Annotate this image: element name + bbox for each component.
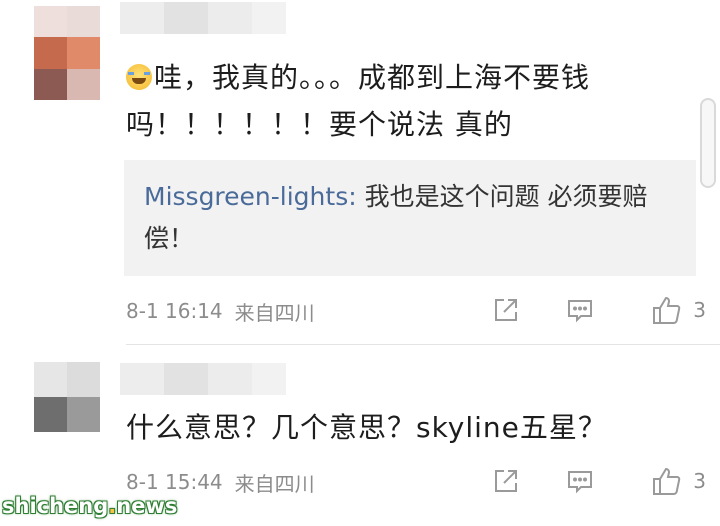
name-pixel xyxy=(164,363,208,395)
comment-source: 来自四川 xyxy=(234,471,315,496)
reply-button[interactable] xyxy=(566,467,594,495)
like-button[interactable]: 3 xyxy=(651,465,706,497)
share-button[interactable] xyxy=(492,467,520,495)
name-pixel xyxy=(252,2,286,34)
avatar-pixel xyxy=(34,68,67,100)
avatar-pixel xyxy=(67,6,100,38)
name-pixel xyxy=(208,363,252,395)
comment-actions: 3 xyxy=(486,465,706,499)
avatar-pixel xyxy=(34,6,67,38)
share-icon xyxy=(495,299,517,321)
reply-button[interactable] xyxy=(566,296,594,324)
avatar[interactable] xyxy=(34,6,100,100)
name-pixel xyxy=(164,2,208,34)
comment-text: 什么意思？几个意思？skyline五星？ xyxy=(126,404,686,451)
comment-body: 哇，我真的。。。成都到上海不要钱吗！！！！！！要个说法 真的 xyxy=(126,61,591,141)
name-pixel xyxy=(120,2,164,34)
comment-divider xyxy=(126,344,720,345)
comment-icon xyxy=(568,471,592,494)
comment-source: 来自四川 xyxy=(234,300,315,325)
laughing-crying-emoji-icon xyxy=(126,64,152,90)
avatar-pixel xyxy=(34,37,67,69)
comment-meta-row: 8-1 15:44 来自四川 3 xyxy=(126,465,706,499)
watermark-suffix: news xyxy=(116,494,178,518)
avatar-pixel xyxy=(34,397,67,432)
comment-text: 哇，我真的。。。成都到上海不要钱吗！！！！！！要个说法 真的 xyxy=(126,54,686,148)
username-blurred[interactable] xyxy=(120,2,286,34)
watermark-prefix: shicheng xyxy=(2,494,109,518)
like-count: 3 xyxy=(693,469,706,493)
name-pixel xyxy=(120,363,164,395)
avatar-pixel xyxy=(67,362,100,397)
avatar[interactable] xyxy=(34,362,100,432)
comment-icon xyxy=(568,300,592,323)
username-blurred[interactable] xyxy=(120,363,286,395)
avatar-pixel xyxy=(67,68,100,100)
scrollbar[interactable] xyxy=(700,98,716,188)
comment-timestamp: 8-1 16:14 xyxy=(126,299,223,323)
share-icon xyxy=(495,470,517,492)
avatar-pixel xyxy=(34,362,67,397)
comment-meta-row: 8-1 16:14 来自四川 3 xyxy=(126,294,706,328)
reply-box[interactable]: Missgreen-lights: 我也是这个问题 必须要赔偿！ xyxy=(124,160,696,276)
comment-timestamp: 8-1 15:44 xyxy=(126,470,223,494)
comment-body: 什么意思？几个意思？skyline五星？ xyxy=(126,411,607,444)
thumbs-up-icon xyxy=(653,467,681,495)
comment-actions: 3 xyxy=(486,294,706,328)
thumbs-up-icon xyxy=(653,296,681,324)
like-button[interactable]: 3 xyxy=(651,294,706,326)
reply-author-link[interactable]: Missgreen-lights: xyxy=(144,182,357,211)
share-button[interactable] xyxy=(492,296,520,324)
name-pixel xyxy=(208,2,252,34)
like-count: 3 xyxy=(693,298,706,322)
avatar-pixel xyxy=(67,37,100,69)
watermark: shicheng.news xyxy=(2,494,177,518)
name-pixel xyxy=(252,363,286,395)
avatar-pixel xyxy=(67,397,100,432)
